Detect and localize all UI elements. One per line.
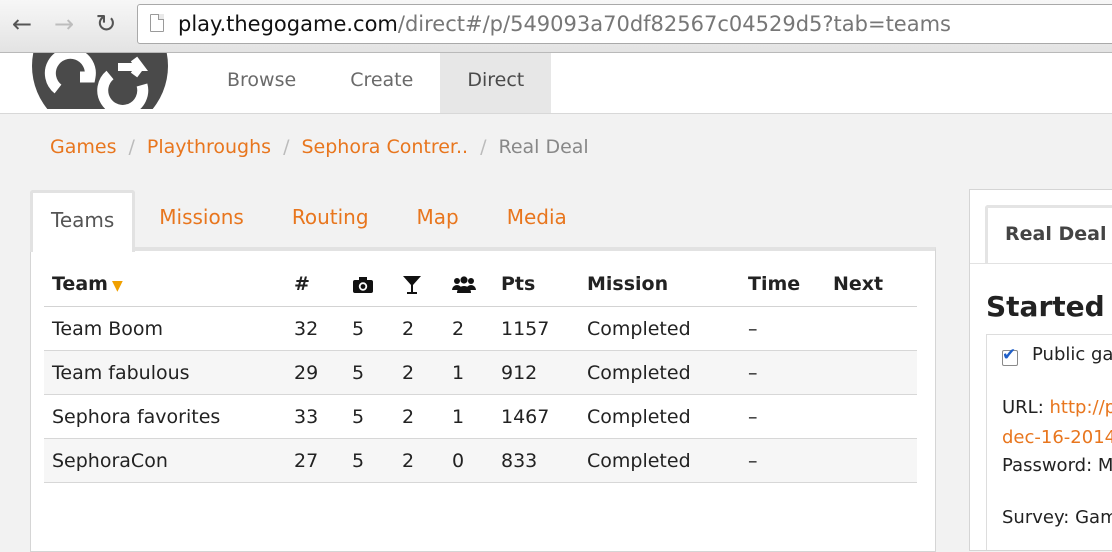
nav-direct[interactable]: Direct — [440, 53, 551, 113]
url-path: /direct#/p/549093a70df82567c04529d5?tab=… — [398, 12, 951, 36]
table-row[interactable]: Team fabulous 29 5 2 1 912 Completed – — [44, 351, 917, 395]
team-pts: 1157 — [501, 307, 587, 351]
team-name[interactable]: Sephora favorites — [44, 395, 294, 439]
breadcrumb-game[interactable]: Sephora Contrer.. — [301, 136, 468, 158]
game-url-link-cont[interactable]: dec-16-2014 — [1002, 427, 1112, 448]
team-mission: Completed — [587, 439, 748, 483]
team-drinks: 2 — [402, 307, 452, 351]
main-nav: Browse Create Direct — [200, 53, 551, 113]
detail-box: Public ga URL: http://p dec-16-2014 Pass… — [986, 334, 1112, 551]
team-pts: 912 — [501, 351, 587, 395]
col-team[interactable]: Team▼ — [44, 262, 294, 307]
team-pts: 1467 — [501, 395, 587, 439]
url-host: play.thegogame.com — [178, 12, 398, 36]
team-num: 29 — [294, 351, 352, 395]
url-row: URL: http://p — [1002, 397, 1112, 418]
col-num[interactable]: # — [294, 262, 352, 307]
team-time: – — [748, 439, 833, 483]
forward-arrow-icon[interactable]: → — [50, 10, 78, 38]
game-url-link[interactable]: http://p — [1050, 397, 1112, 418]
public-checkbox[interactable] — [1002, 350, 1018, 366]
table-row[interactable]: SephoraCon 27 5 2 0 833 Completed – — [44, 439, 917, 483]
team-mission: Completed — [587, 307, 748, 351]
team-photos: 5 — [352, 307, 402, 351]
address-bar[interactable]: play.thegogame.com/direct#/p/549093a70df… — [137, 4, 1112, 44]
tab-teams[interactable]: Teams — [30, 190, 135, 252]
address-url[interactable]: play.thegogame.com/direct#/p/549093a70df… — [178, 12, 951, 36]
team-next — [833, 351, 917, 395]
nav-create[interactable]: Create — [323, 53, 440, 113]
team-photos: 5 — [352, 395, 402, 439]
team-mission: Completed — [587, 395, 748, 439]
team-next — [833, 395, 917, 439]
col-mission[interactable]: Mission — [587, 262, 748, 307]
reload-icon[interactable]: ↻ — [92, 10, 120, 38]
gogame-logo-icon[interactable] — [30, 53, 170, 109]
table-row[interactable]: Sephora favorites 33 5 2 1 1467 Complete… — [44, 395, 917, 439]
table-row[interactable]: Team Boom 32 5 2 2 1157 Completed – — [44, 307, 917, 351]
team-photos: 5 — [352, 439, 402, 483]
url-label: URL: — [1002, 397, 1050, 418]
team-drinks: 2 — [402, 395, 452, 439]
playthrough-tabs: Teams Missions Routing Map Media — [30, 190, 591, 252]
team-pts: 833 — [501, 439, 587, 483]
tab-divider — [970, 263, 1112, 264]
cocktail-icon — [402, 275, 422, 295]
teams-table: Team▼ # Pts Mission Time Next Team Boom … — [44, 262, 917, 483]
team-photos: 5 — [352, 351, 402, 395]
team-next — [833, 307, 917, 351]
team-num: 33 — [294, 395, 352, 439]
team-drinks: 2 — [402, 439, 452, 483]
team-group: 1 — [452, 395, 501, 439]
back-arrow-icon[interactable]: ← — [8, 10, 36, 38]
table-header-row: Team▼ # Pts Mission Time Next — [44, 262, 917, 307]
col-photos[interactable] — [352, 262, 402, 307]
survey-text: Survey: Gam — [1002, 507, 1112, 528]
col-next[interactable]: Next — [833, 262, 917, 307]
team-group: 1 — [452, 351, 501, 395]
team-group: 0 — [452, 439, 501, 483]
col-time[interactable]: Time — [748, 262, 833, 307]
col-team-label: Team — [52, 273, 108, 295]
col-pts[interactable]: Pts — [501, 262, 587, 307]
tab-map[interactable]: Map — [393, 190, 483, 248]
page-icon — [150, 14, 164, 32]
tab-real-deal[interactable]: Real Deal — [985, 205, 1112, 263]
browser-toolbar: ← → ↻ play.thegogame.com/direct#/p/54909… — [0, 0, 1112, 53]
team-time: – — [748, 351, 833, 395]
status-heading: Started 2 — [986, 290, 1112, 323]
breadcrumb-separator: / — [128, 136, 134, 158]
team-num: 27 — [294, 439, 352, 483]
breadcrumb-playthroughs[interactable]: Playthroughs — [147, 136, 271, 158]
tab-missions[interactable]: Missions — [135, 190, 268, 248]
team-name[interactable]: SephoraCon — [44, 439, 294, 483]
group-icon — [452, 276, 476, 294]
camera-icon — [352, 276, 374, 294]
team-num: 32 — [294, 307, 352, 351]
team-next — [833, 439, 917, 483]
breadcrumb-separator: / — [480, 136, 486, 158]
breadcrumb: Games / Playthroughs / Sephora Contrer.. / Rea… — [50, 136, 589, 158]
team-mission: Completed — [587, 351, 748, 395]
tab-routing[interactable]: Routing — [268, 190, 393, 248]
col-drinks[interactable] — [402, 262, 452, 307]
breadcrumb-games[interactable]: Games — [50, 136, 116, 158]
nav-browse[interactable]: Browse — [200, 53, 323, 113]
team-time: – — [748, 307, 833, 351]
tab-media[interactable]: Media — [483, 190, 591, 248]
team-group: 2 — [452, 307, 501, 351]
breadcrumb-separator: / — [283, 136, 289, 158]
team-time: – — [748, 395, 833, 439]
playthrough-detail-panel: Real Deal Started 2 Public ga URL: http:… — [969, 189, 1112, 551]
breadcrumb-current: Real Deal — [498, 136, 588, 158]
password-text: Password: M — [1002, 455, 1112, 476]
col-group[interactable] — [452, 262, 501, 307]
team-drinks: 2 — [402, 351, 452, 395]
public-label: Public ga — [1032, 344, 1112, 365]
sort-desc-icon[interactable]: ▼ — [112, 278, 123, 294]
app-header: Browse Create Direct — [0, 53, 1112, 114]
team-name[interactable]: Team fabulous — [44, 351, 294, 395]
team-name[interactable]: Team Boom — [44, 307, 294, 351]
